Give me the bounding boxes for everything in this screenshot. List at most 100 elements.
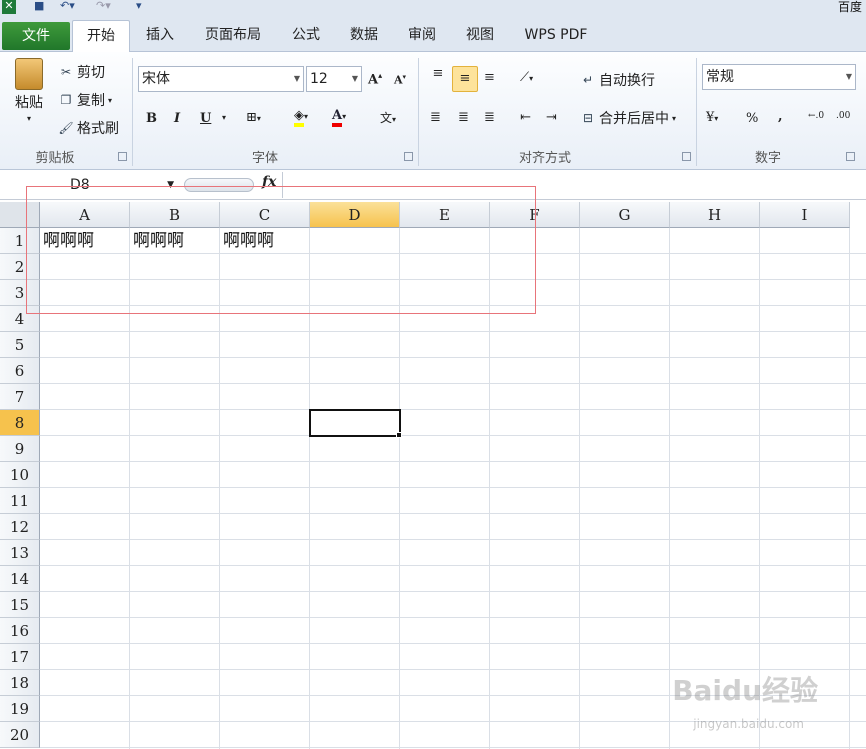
chevron-down-icon: ▼ (293, 74, 300, 83)
font-name-combo[interactable]: 宋体 ▼ (138, 66, 304, 92)
comma-button[interactable]: , (778, 109, 783, 124)
row-header-19[interactable]: 19 (0, 696, 40, 722)
phonetic-icon[interactable]: 文▾ (380, 109, 396, 126)
row-header-12[interactable]: 12 (0, 514, 40, 540)
number-format-combo[interactable]: 常规 ▼ (702, 64, 856, 90)
name-box[interactable]: D8 ▼ (2, 174, 178, 196)
tab-view[interactable]: 视图 (458, 20, 502, 52)
column-header-c[interactable]: C (220, 202, 310, 228)
align-left-icon[interactable]: ≣ (430, 110, 441, 125)
increase-decimal-icon[interactable]: ←.0 (808, 111, 824, 121)
row-header-6[interactable]: 6 (0, 358, 40, 384)
active-cell-d8[interactable] (309, 409, 401, 437)
borders-icon[interactable]: ⊞▾ (246, 110, 261, 125)
column-header-i[interactable]: I (760, 202, 850, 228)
row-header-15[interactable]: 15 (0, 592, 40, 618)
tab-page-layout[interactable]: 页面布局 (196, 20, 270, 52)
column-header-d[interactable]: D (310, 202, 400, 228)
grow-font-icon[interactable]: A▴ (368, 70, 382, 87)
column-header-h[interactable]: H (670, 202, 760, 228)
column-header-a[interactable]: A (40, 202, 130, 228)
tab-formulas[interactable]: 公式 (284, 20, 328, 52)
currency-icon[interactable]: ¥▾ (706, 110, 718, 125)
copy-button[interactable]: ❐ 复制 ▾ (58, 90, 112, 110)
row-header-8[interactable]: 8 (0, 410, 40, 436)
align-center-icon[interactable]: ≣ (458, 110, 469, 125)
paste-button[interactable]: 粘贴 ▾ (10, 58, 48, 123)
row-header-9[interactable]: 9 (0, 436, 40, 462)
wrap-text-icon: ↵ (582, 73, 594, 87)
row-header-11[interactable]: 11 (0, 488, 40, 514)
excel-app-icon[interactable]: ✕ (2, 0, 16, 14)
font-launcher-icon[interactable] (404, 152, 413, 161)
percent-button[interactable]: % (746, 111, 758, 126)
row-header-17[interactable]: 17 (0, 644, 40, 670)
column-header-e[interactable]: E (400, 202, 490, 228)
italic-button[interactable]: I (174, 111, 180, 126)
tab-wps-pdf[interactable]: WPS PDF (516, 20, 596, 52)
save-icon[interactable]: ■ (34, 0, 44, 12)
clipboard-launcher-icon[interactable] (118, 152, 127, 161)
format-painter-button[interactable]: 🖌 格式刷 (58, 118, 119, 138)
row-header-2[interactable]: 2 (0, 254, 40, 280)
grid-line (40, 591, 866, 592)
fill-color-icon[interactable]: ◈▾ (294, 108, 308, 127)
chevron-down-icon[interactable]: ▾ (672, 114, 676, 123)
tab-review[interactable]: 审阅 (400, 20, 444, 52)
row-header-1[interactable]: 1 (0, 228, 40, 254)
quick-access-toolbar: ✕ ■ ↶▾ ↷▾ ▾ 百度 (0, 0, 866, 16)
align-middle-icon[interactable]: ≡ (452, 66, 478, 92)
row-header-7[interactable]: 7 (0, 384, 40, 410)
fill-handle[interactable] (396, 432, 402, 438)
select-all-corner[interactable] (0, 202, 40, 228)
cell-c1[interactable]: 啊啊啊 (220, 228, 274, 254)
redo-icon[interactable]: ↷▾ (96, 0, 111, 12)
undo-icon[interactable]: ↶▾ (60, 0, 75, 12)
row-header-10[interactable]: 10 (0, 462, 40, 488)
number-launcher-icon[interactable] (846, 152, 855, 161)
decrease-decimal-icon[interactable]: .00 (836, 111, 850, 121)
merge-center-button[interactable]: ⊟ 合并后居中 ▾ (580, 108, 676, 128)
increase-indent-icon[interactable]: ⇥ (546, 110, 557, 125)
tab-insert[interactable]: 插入 (138, 20, 182, 52)
align-right-icon[interactable]: ≣ (484, 110, 495, 125)
row-header-5[interactable]: 5 (0, 332, 40, 358)
tab-file[interactable]: 文件 (2, 22, 70, 50)
alignment-launcher-icon[interactable] (682, 152, 691, 161)
bold-button[interactable]: B (146, 111, 157, 126)
align-top-icon[interactable]: ≡ (426, 66, 450, 90)
row-header-13[interactable]: 13 (0, 540, 40, 566)
row-header-20[interactable]: 20 (0, 722, 40, 748)
column-header-g[interactable]: G (580, 202, 670, 228)
formula-input[interactable] (290, 175, 860, 195)
worksheet-grid[interactable]: A B C D E F G H I 1 2 3 4 5 6 7 8 9 10 11 12 13 14 15 16 17 18 19 20… (0, 202, 866, 749)
font-color-icon[interactable]: A▾ (332, 108, 346, 127)
wrap-text-button[interactable]: ↵ 自动换行 (580, 70, 655, 90)
insert-function-icon[interactable]: fx (262, 174, 276, 190)
paste-dropdown-icon[interactable]: ▾ (27, 114, 31, 123)
font-size-combo[interactable]: 12 ▼ (306, 66, 362, 92)
column-header-f[interactable]: F (490, 202, 580, 228)
formula-bar-resizer[interactable] (184, 178, 254, 192)
row-header-16[interactable]: 16 (0, 618, 40, 644)
row-header-3[interactable]: 3 (0, 280, 40, 306)
decrease-indent-icon[interactable]: ⇤ (520, 110, 531, 125)
underline-dropdown-icon[interactable]: ▾ (222, 112, 226, 122)
copy-dropdown-icon[interactable]: ▾ (108, 96, 112, 105)
row-header-4[interactable]: 4 (0, 306, 40, 332)
orientation-icon[interactable]: ⟋▾ (520, 70, 533, 85)
tab-data[interactable]: 数据 (342, 20, 386, 52)
row-header-14[interactable]: 14 (0, 566, 40, 592)
customize-qat-icon[interactable]: ▾ (136, 0, 142, 12)
chevron-down-icon: ▼ (167, 180, 174, 190)
underline-button[interactable]: U (200, 111, 211, 126)
cell-b1[interactable]: 啊啊啊 (130, 228, 184, 254)
shrink-font-icon[interactable]: A▾ (394, 72, 406, 87)
align-bottom-icon[interactable]: ≡ (484, 70, 495, 85)
column-header-b[interactable]: B (130, 202, 220, 228)
cut-button[interactable]: ✂ 剪切 (58, 62, 105, 82)
tab-home[interactable]: 开始 (72, 20, 130, 53)
cell-a1[interactable]: 啊啊啊 (40, 228, 94, 254)
grid-line (40, 487, 866, 488)
row-header-18[interactable]: 18 (0, 670, 40, 696)
